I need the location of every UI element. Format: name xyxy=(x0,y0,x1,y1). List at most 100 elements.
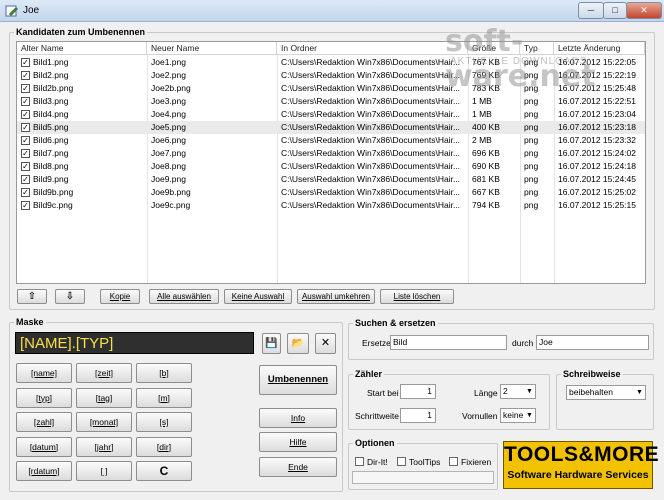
case-select[interactable]: beibehalten ▼ xyxy=(566,385,646,400)
token-button[interactable]: [zahl] xyxy=(16,412,72,432)
token-button[interactable]: [dir] xyxy=(136,436,192,457)
cell-old: Bild9b.png xyxy=(33,187,74,197)
row-checkbox[interactable]: ✓ xyxy=(21,136,30,145)
table-row[interactable]: ✓ Bild9.png Joe9.png C:\Users\Redaktion Win… xyxy=(17,173,645,186)
title-bar[interactable] xyxy=(0,0,664,22)
maximize-button[interactable]: □ xyxy=(603,2,627,19)
cell-new: Joe9c.png xyxy=(151,200,191,210)
close-button[interactable]: ✕ xyxy=(626,2,662,19)
clear-list-button[interactable]: Liste löschen xyxy=(380,289,454,304)
col-old-name[interactable]: Alter Name xyxy=(17,42,147,55)
step-input[interactable]: 1 xyxy=(400,408,436,423)
select-none-button[interactable]: Keine Auswahl xyxy=(224,289,292,304)
token-button[interactable]: [zeit] xyxy=(76,363,132,383)
minimize-button[interactable]: ─ xyxy=(578,2,604,19)
cell-type: png xyxy=(524,161,539,171)
token-button[interactable]: [name] xyxy=(16,363,72,383)
token-button[interactable]: [typ] xyxy=(16,387,72,408)
token-button[interactable]: [monat] xyxy=(76,412,132,432)
case-label: Schreibweise xyxy=(561,369,623,379)
cell-folder: C:\Users\Redaktion Win7x86\Documents\Hai… xyxy=(281,148,461,158)
token-button[interactable]: [m] xyxy=(136,387,192,408)
token-button[interactable]: [ ] xyxy=(76,461,132,481)
start-input[interactable]: 1 xyxy=(400,384,436,399)
counter-label: Zähler xyxy=(353,369,385,379)
cell-new: Joe9.png xyxy=(151,174,186,184)
open-mask-button[interactable]: 📂 xyxy=(287,333,309,354)
dirit-checkbox[interactable] xyxy=(355,457,364,466)
with-label: durch xyxy=(512,338,534,348)
move-up-button[interactable]: ⇧ xyxy=(17,289,47,304)
replace-input[interactable]: Bild xyxy=(390,335,507,350)
tooltips-label: ToolTips xyxy=(409,457,441,467)
row-checkbox[interactable]: ✓ xyxy=(21,97,30,106)
table-row[interactable]: ✓ Bild4.png Joe4.png C:\Users\Redaktion Win… xyxy=(17,108,645,121)
fixed-checkbox[interactable] xyxy=(449,457,458,466)
rename-button[interactable]: Umbenennen xyxy=(259,365,337,395)
with-input[interactable]: Joe xyxy=(536,335,649,350)
row-checkbox[interactable]: ✓ xyxy=(21,123,30,132)
table-row[interactable]: ✓ Bild8.png Joe8.png C:\Users\Redaktion Win… xyxy=(17,160,645,173)
table-row[interactable]: ✓ Bild9b.png Joe9b.png C:\Users\Redaktion W… xyxy=(17,186,645,199)
row-checkbox[interactable]: ✓ xyxy=(21,58,30,67)
row-checkbox[interactable]: ✓ xyxy=(21,188,30,197)
table-row[interactable]: ✓ Bild7.png Joe7.png C:\Users\Redaktion Win… xyxy=(17,147,645,160)
table-row[interactable]: ✓ Bild6.png Joe6.png C:\Users\Redaktion Win… xyxy=(17,134,645,147)
cell-size: 696 KB xyxy=(472,148,500,158)
row-checkbox[interactable]: ✓ xyxy=(21,162,30,171)
cell-type: png xyxy=(524,174,539,184)
cell-old: Bild9.png xyxy=(33,174,69,184)
row-checkbox[interactable]: ✓ xyxy=(21,149,30,158)
token-button[interactable]: [tag] xyxy=(76,387,132,408)
cell-type: png xyxy=(524,109,539,119)
dirit-label: Dir-It! xyxy=(367,457,388,467)
zeros-label: Vornullen xyxy=(462,411,498,421)
col-folder[interactable]: In Ordner xyxy=(277,42,468,55)
row-checkbox[interactable]: ✓ xyxy=(21,110,30,119)
move-down-button[interactable]: ⇩ xyxy=(55,289,85,304)
token-button[interactable]: [datum] xyxy=(16,436,72,457)
cell-folder: C:\Users\Redaktion Win7x86\Documents\Hai… xyxy=(281,96,461,106)
row-checkbox[interactable]: ✓ xyxy=(21,201,30,210)
info-button[interactable]: Info xyxy=(259,408,337,428)
mask-input[interactable]: [NAME].[TYP] xyxy=(15,332,254,354)
length-label: Länge xyxy=(474,388,498,398)
copy-button[interactable]: Kopie xyxy=(100,289,140,304)
token-button[interactable]: [rdatum] xyxy=(16,461,72,481)
chevron-down-icon: ▼ xyxy=(526,412,533,419)
counter-token-icon[interactable]: C xyxy=(136,461,192,481)
clear-mask-button[interactable]: ✕ xyxy=(315,333,336,354)
zeros-select[interactable]: keine ▼ xyxy=(500,408,536,423)
cell-size: 1 MB xyxy=(472,109,492,119)
row-checkbox[interactable]: ✓ xyxy=(21,175,30,184)
length-select[interactable]: 2 ▼ xyxy=(500,384,536,399)
row-checkbox[interactable]: ✓ xyxy=(21,84,30,93)
token-button[interactable]: [b] xyxy=(136,363,192,383)
table-row[interactable]: ✓ Bild5.png Joe5.png C:\Users\Redaktion Win… xyxy=(17,121,645,134)
save-mask-button[interactable]: 💾 xyxy=(262,333,281,354)
fixed-label: Fixieren xyxy=(461,457,492,467)
select-all-button[interactable]: Alle auswählen xyxy=(149,289,219,304)
tooltips-checkbox[interactable] xyxy=(397,457,406,466)
cell-old: Bild9c.png xyxy=(33,200,73,210)
row-checkbox[interactable]: ✓ xyxy=(21,71,30,80)
cell-type: png xyxy=(524,122,539,132)
cell-new: Joe7.png xyxy=(151,148,186,158)
table-row[interactable]: ✓ Bild9c.png Joe9c.png C:\Users\Redaktion W… xyxy=(17,199,645,212)
invert-selection-button[interactable]: Auswahl umkehren xyxy=(297,289,375,304)
col-new-name[interactable]: Neuer Name xyxy=(147,42,277,55)
cell-folder: C:\Users\Redaktion Win7x86\Documents\Hai… xyxy=(281,83,461,93)
replace-label: Ersetze xyxy=(362,338,391,348)
cell-folder: C:\Users\Redaktion Win7x86\Documents\Hai… xyxy=(281,57,461,67)
cell-type: png xyxy=(524,148,539,158)
cell-type: png xyxy=(524,135,539,145)
cell-folder: C:\Users\Redaktion Win7x86\Documents\Hai… xyxy=(281,135,461,145)
help-button[interactable]: Hilfe xyxy=(259,432,337,452)
logo-subtitle: Software Hardware Services xyxy=(507,469,649,481)
table-row[interactable]: ✓ Bild3.png Joe3.png C:\Users\Redaktion Win… xyxy=(17,95,645,108)
token-button[interactable]: [s] xyxy=(136,412,192,432)
token-button[interactable]: [jahr] xyxy=(76,436,132,457)
cell-old: Bild7.png xyxy=(33,148,69,158)
zeros-value: keine xyxy=(503,410,524,420)
end-button[interactable]: Ende xyxy=(259,457,337,477)
